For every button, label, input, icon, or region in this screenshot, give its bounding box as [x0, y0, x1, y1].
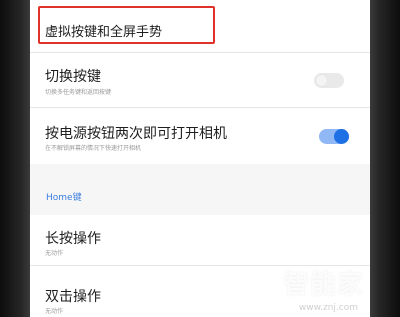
section-header-home-key: Home键 — [46, 193, 82, 203]
double-tap-title: 双击操作 — [45, 289, 101, 305]
power-camera-toggle[interactable] — [319, 129, 349, 144]
settings-item-long-press[interactable]: 长按操作 无动作 — [30, 215, 370, 265]
settings-item-power-camera[interactable]: 按电源按钮两次即可打开相机 在不解锁屏幕的情况下快速打开相机 — [30, 108, 370, 164]
power-camera-title: 按电源按钮两次即可打开相机 — [45, 126, 227, 142]
phone-bezel-right — [370, 0, 400, 317]
long-press-title: 长按操作 — [45, 231, 101, 247]
settings-item-switch-keys[interactable]: 切换按键 切换多任务键和返回按键 — [30, 53, 370, 107]
settings-screen: 虚拟按键和全屏手势 切换按键 切换多任务键和返回按键 按电源按钮两次即可打开相机… — [30, 0, 370, 317]
switch-keys-subtitle: 切换多任务键和返回按键 — [45, 89, 112, 96]
double-tap-subtitle: 无动作 — [45, 308, 64, 315]
long-press-subtitle: 无动作 — [45, 250, 64, 257]
toggle-knob — [334, 129, 349, 144]
switch-keys-toggle[interactable] — [314, 73, 344, 88]
watermark-logo: 智能家 — [282, 270, 364, 300]
watermark-url: www.znj.com — [298, 303, 358, 313]
switch-keys-title: 切换按键 — [45, 69, 101, 85]
toggle-knob — [316, 75, 327, 86]
highlight-annotation-box — [38, 6, 215, 44]
phone-bezel-left — [0, 0, 30, 317]
power-camera-subtitle: 在不解锁屏幕的情况下快速打开相机 — [45, 145, 142, 152]
